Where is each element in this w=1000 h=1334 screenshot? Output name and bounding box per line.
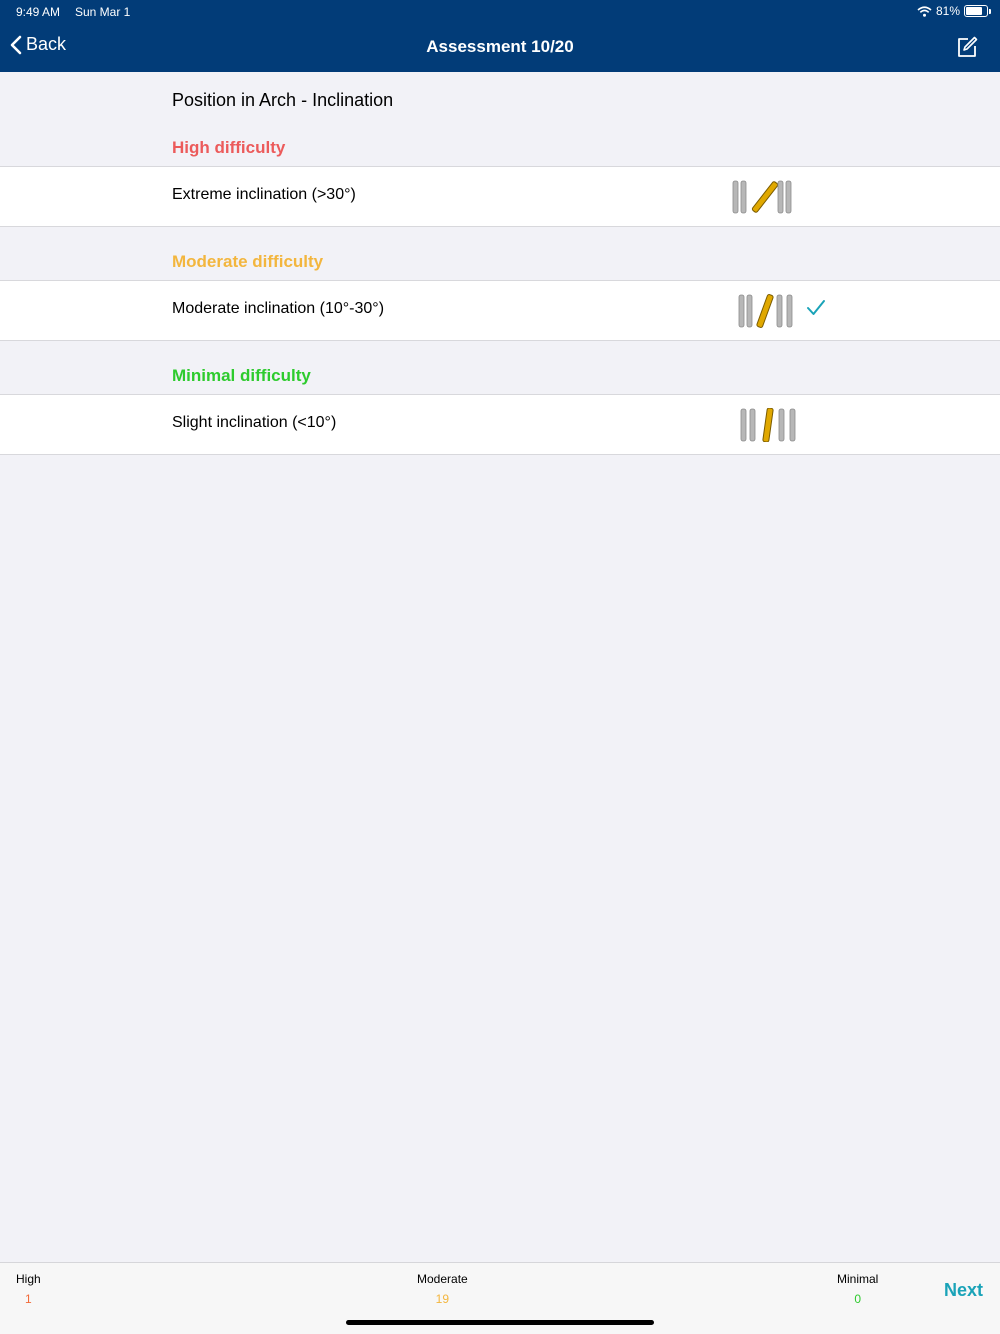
navigation-bar: 9:49 AM Sun Mar 1 81% Back Assessment 10…	[0, 0, 1000, 72]
tooth-inclination-slight-icon	[740, 408, 796, 442]
home-indicator	[346, 1320, 654, 1325]
compose-icon	[958, 36, 978, 57]
status-date: Sun Mar 1	[75, 5, 131, 19]
summary-high: High 1	[16, 1272, 41, 1306]
summary-minimal-count: 0	[854, 1292, 862, 1306]
edit-button[interactable]	[956, 36, 978, 63]
summary-moderate: Moderate 19	[417, 1272, 468, 1306]
option-extreme-inclination[interactable]: Extreme inclination (>30°)	[0, 166, 1000, 227]
option-label: Slight inclination (<10°)	[172, 414, 337, 431]
group-header-minimal: Minimal difficulty	[172, 366, 311, 385]
option-label: Moderate inclination (10°-30°)	[172, 300, 385, 317]
battery-percent: 81%	[935, 4, 960, 18]
checkmark-icon	[807, 300, 825, 315]
status-indicators: 81%	[917, 4, 991, 18]
next-button[interactable]: Next	[944, 1280, 983, 1301]
battery-icon	[964, 5, 991, 17]
tooth-inclination-moderate-icon	[738, 294, 793, 328]
group-header-moderate: Moderate difficulty	[172, 252, 324, 271]
section-title: Position in Arch - Inclination	[172, 90, 394, 110]
page-title: Assessment 10/20	[426, 37, 574, 56]
summary-moderate-label: Moderate	[417, 1272, 468, 1286]
tooth-inclination-extreme-icon	[732, 180, 792, 214]
summary-minimal-label: Minimal	[837, 1272, 879, 1286]
summary-minimal: Minimal 0	[837, 1272, 878, 1306]
summary-high-label: High	[16, 1272, 41, 1286]
wifi-icon	[917, 5, 932, 17]
option-moderate-inclination[interactable]: Moderate inclination (10°-30°)	[0, 280, 1000, 341]
group-header-high: High difficulty	[172, 138, 286, 157]
summary-high-count: 1	[25, 1292, 32, 1306]
option-label: Extreme inclination (>30°)	[172, 186, 356, 203]
status-time: 9:49 AM	[16, 5, 61, 19]
option-slight-inclination[interactable]: Slight inclination (<10°)	[0, 394, 1000, 455]
summary-moderate-count: 19	[435, 1292, 450, 1306]
